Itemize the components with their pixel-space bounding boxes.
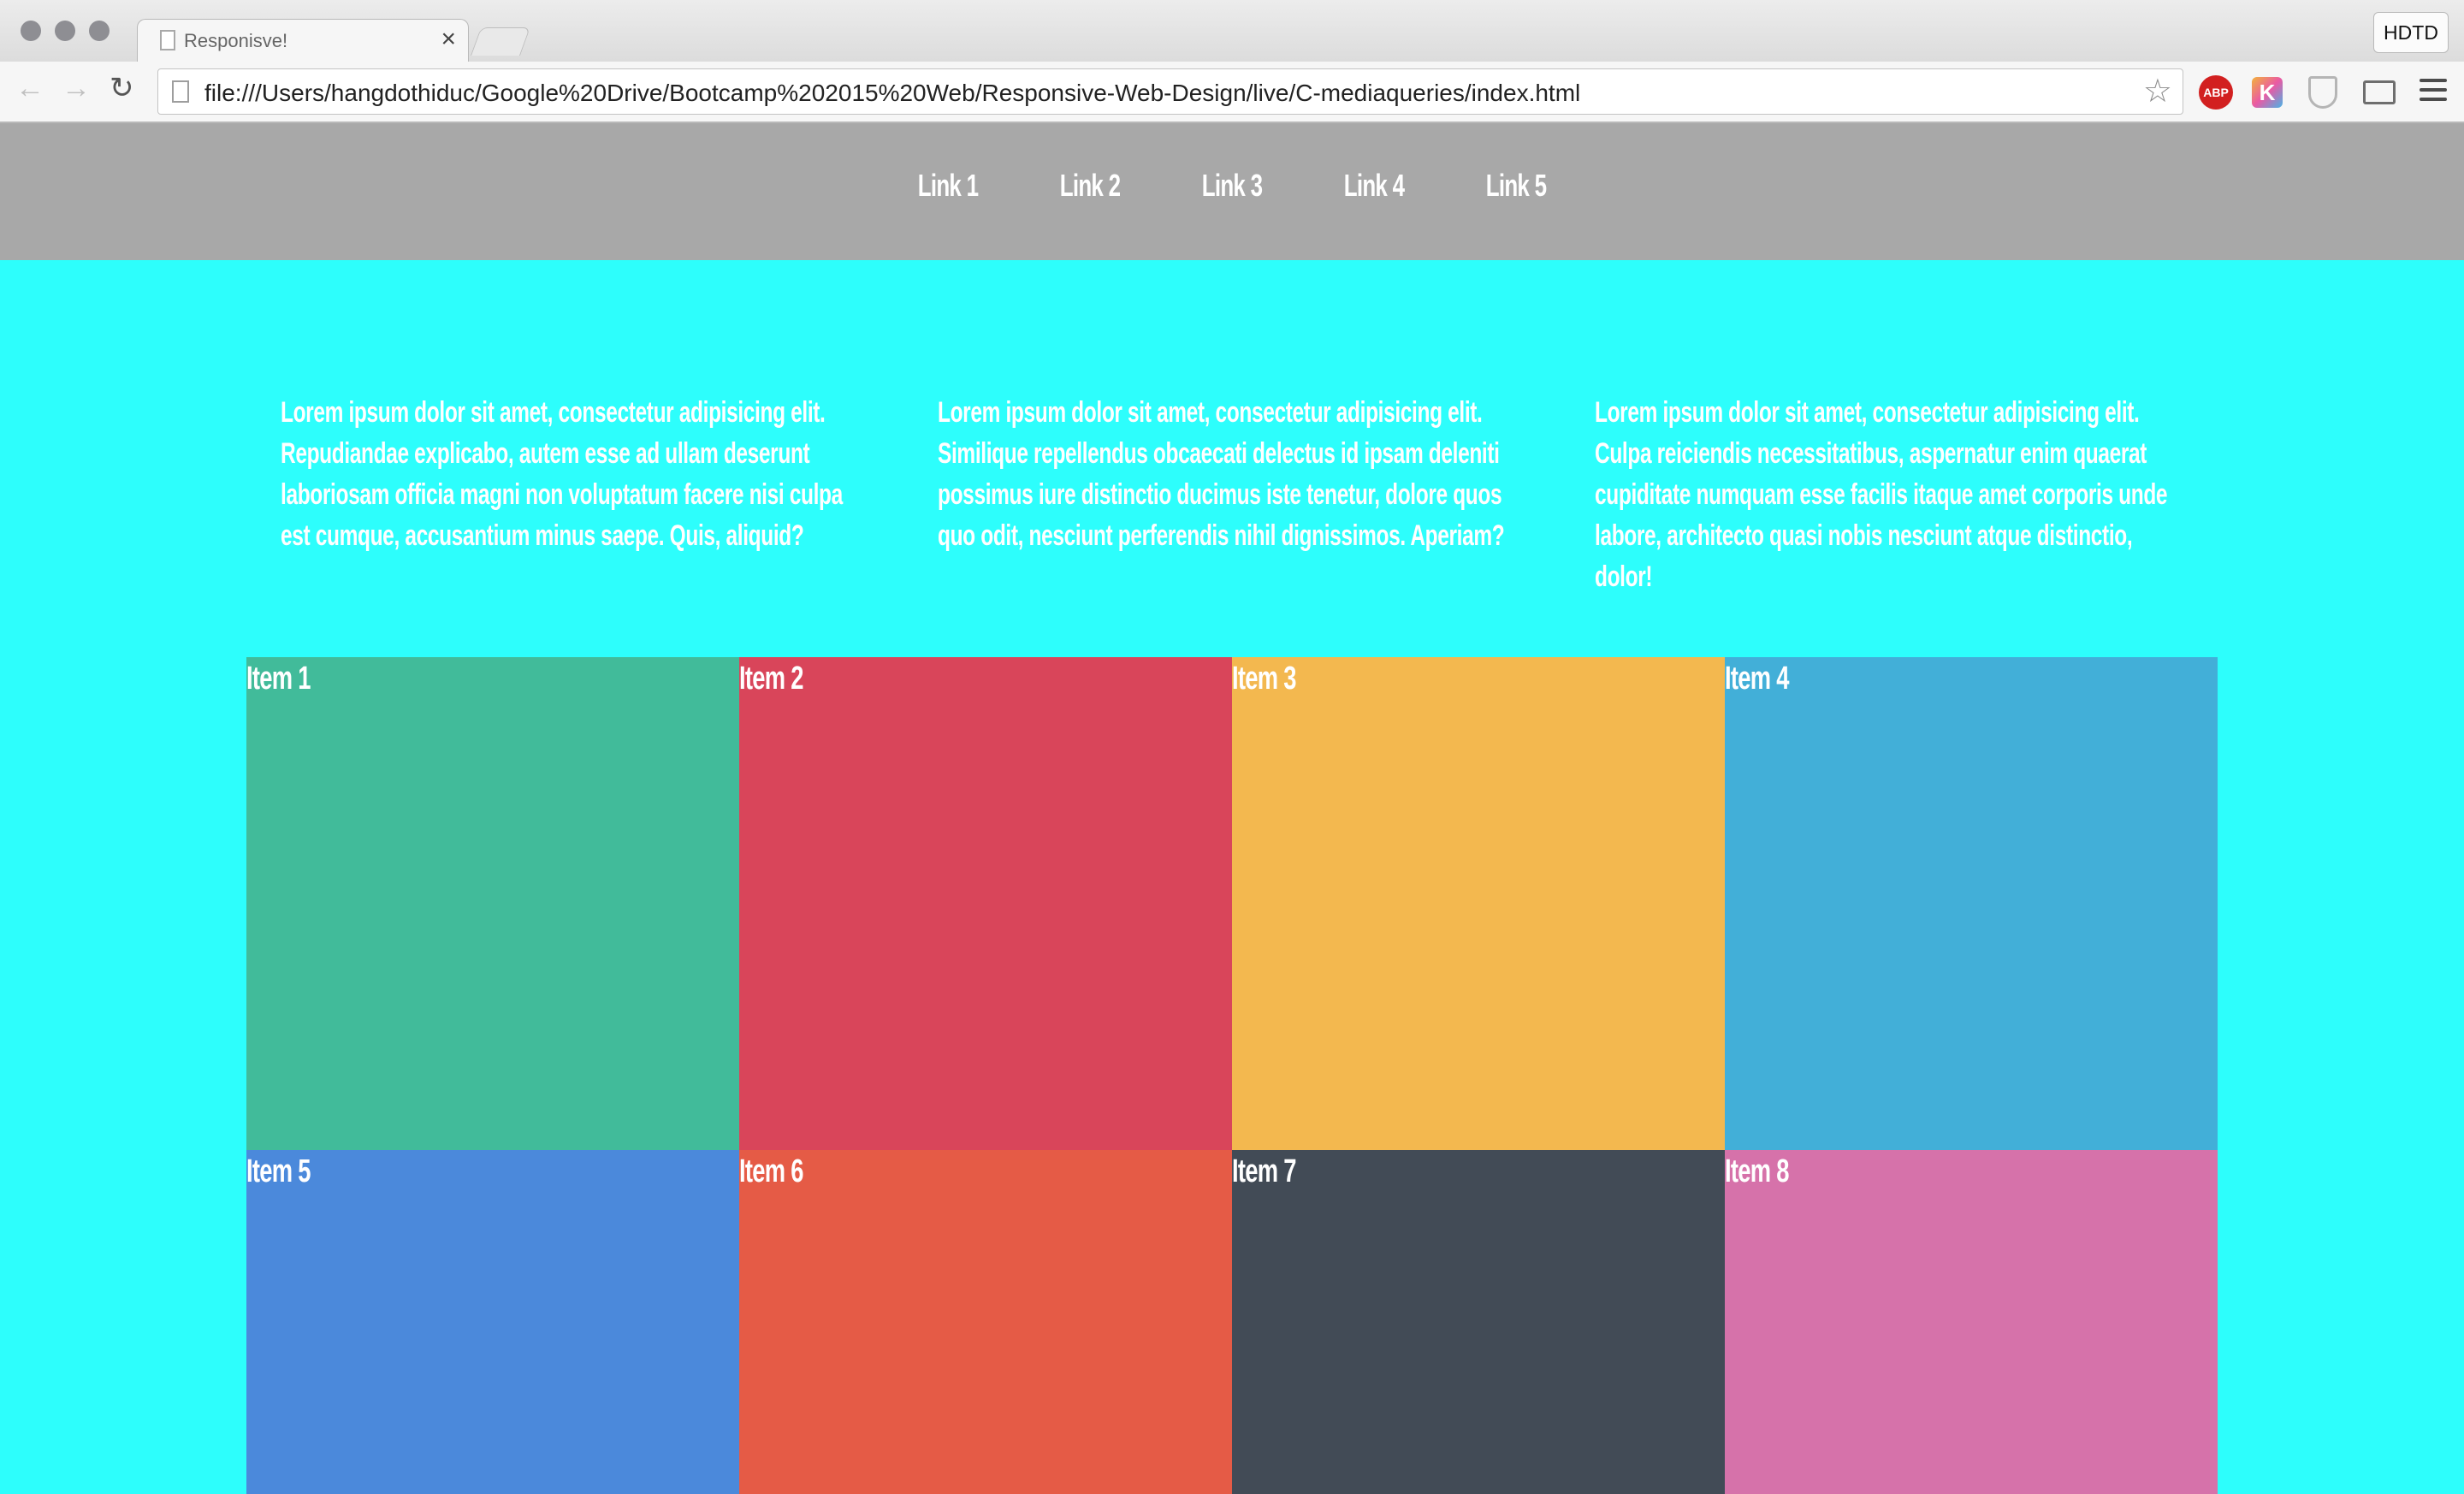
intro-section: Lorem ipsum dolor sit amet, consectetur … <box>281 392 2224 606</box>
reload-icon[interactable]: ↻ <box>110 74 134 103</box>
back-arrow-icon[interactable]: ← <box>15 74 44 103</box>
nav-link-2[interactable]: Link 2 <box>1060 168 1121 204</box>
site-navbar: Link 1 Link 2 Link 3 Link 4 Link 5 <box>0 123 2464 260</box>
grid-item-7: Item 7 <box>1232 1150 1725 1494</box>
page-icon <box>172 80 189 103</box>
grid-item-2: Item 2 <box>739 657 1232 1150</box>
nav-link-5[interactable]: Link 5 <box>1486 168 1547 204</box>
item-grid: Item 1 Item 2 Item 3 Item 4 Item 5 Item … <box>246 657 2218 1494</box>
grid-item-label: Item 1 <box>246 661 311 697</box>
browser-tab[interactable]: Responisve! × <box>137 19 469 64</box>
grid-item-label: Item 7 <box>1232 1153 1296 1189</box>
grid-item-label: Item 6 <box>739 1153 803 1189</box>
nav-link-4[interactable]: Link 4 <box>1344 168 1405 204</box>
window-zoom-button[interactable] <box>89 21 110 41</box>
grid-item-5: Item 5 <box>246 1150 739 1494</box>
nav-links: Link 1 Link 2 Link 3 Link 4 Link 5 <box>0 168 2464 204</box>
grid-item-3: Item 3 <box>1232 657 1725 1150</box>
intro-paragraph-1: Lorem ipsum dolor sit amet, consectetur … <box>281 396 843 552</box>
tab-title: Responisve! <box>184 30 288 51</box>
adblock-extension-icon[interactable]: ABP <box>2199 75 2233 110</box>
intro-paragraph-2: Lorem ipsum dolor sit amet, consectetur … <box>938 396 1505 552</box>
window-close-button[interactable] <box>21 21 41 41</box>
grid-item-label: Item 8 <box>1725 1153 1789 1189</box>
page-icon <box>160 30 175 50</box>
grid-item-label: Item 5 <box>246 1153 311 1189</box>
tab-close-icon[interactable]: × <box>441 27 456 52</box>
nav-link-1[interactable]: Link 1 <box>918 168 979 204</box>
grid-item-label: Item 2 <box>739 661 803 697</box>
window-minimize-button[interactable] <box>55 21 75 41</box>
bookmark-star-icon[interactable]: ☆ <box>2143 74 2172 109</box>
grid-item-label: Item 3 <box>1232 661 1296 697</box>
grid-item-8: Item 8 <box>1725 1150 2218 1494</box>
forward-arrow-icon[interactable]: → <box>62 74 91 103</box>
new-tab-button[interactable] <box>470 27 531 56</box>
browser-titlebar: Responisve! × HDTD <box>0 0 2464 64</box>
cast-icon[interactable] <box>2363 80 2396 104</box>
shield-extension-icon[interactable] <box>2308 76 2337 109</box>
grid-item-6: Item 6 <box>739 1150 1232 1494</box>
grid-item-4: Item 4 <box>1725 657 2218 1150</box>
profile-button[interactable]: HDTD <box>2373 12 2449 53</box>
grid-item-1: Item 1 <box>246 657 739 1150</box>
intro-paragraph-3: Lorem ipsum dolor sit amet, consectetur … <box>1595 396 2168 593</box>
url-text[interactable]: file:///Users/hangdothiduc/Google%20Driv… <box>204 80 1580 107</box>
nav-link-3[interactable]: Link 3 <box>1202 168 1263 204</box>
k-extension-icon[interactable]: K <box>2252 77 2283 108</box>
grid-item-label: Item 4 <box>1725 661 1789 697</box>
address-bar[interactable]: file:///Users/hangdothiduc/Google%20Driv… <box>157 68 2183 115</box>
hamburger-menu-icon[interactable] <box>2420 79 2447 104</box>
